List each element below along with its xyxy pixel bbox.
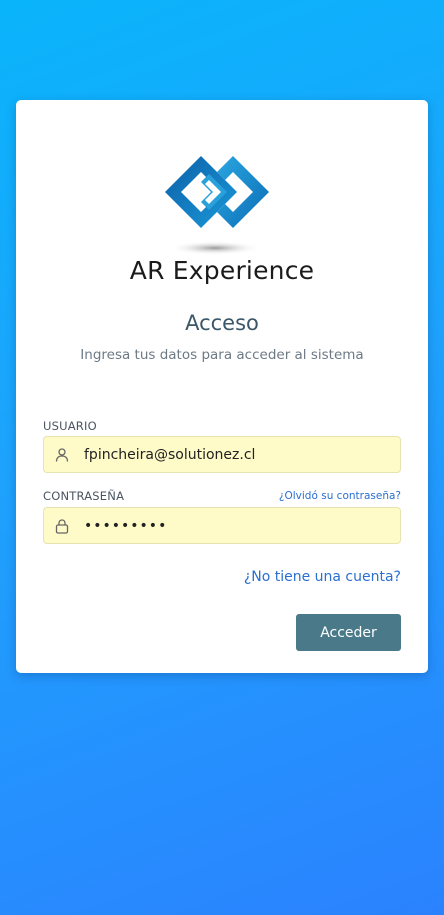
user-field-container — [43, 436, 401, 473]
lock-icon — [55, 519, 69, 534]
user-icon — [55, 448, 69, 462]
forgot-password-link[interactable]: ¿Olvidó su contraseña? — [279, 490, 401, 502]
signup-link[interactable]: ¿No tiene una cuenta? — [244, 569, 401, 585]
user-input[interactable] — [84, 437, 394, 472]
page-subtitle: Ingresa tus datos para acceder al sistem… — [80, 347, 364, 363]
login-card: AR Experience Acceso Ingresa tus datos p… — [16, 100, 428, 673]
page-title: Acceso — [185, 311, 259, 335]
ar-experience-logo-icon — [165, 156, 269, 255]
login-button[interactable]: Acceder — [296, 614, 401, 651]
user-label: USUARIO — [43, 419, 97, 433]
password-input[interactable] — [84, 508, 394, 543]
brand-name: AR Experience — [129, 256, 315, 285]
password-field-container — [43, 507, 401, 544]
password-label: CONTRASEÑA — [43, 489, 125, 503]
